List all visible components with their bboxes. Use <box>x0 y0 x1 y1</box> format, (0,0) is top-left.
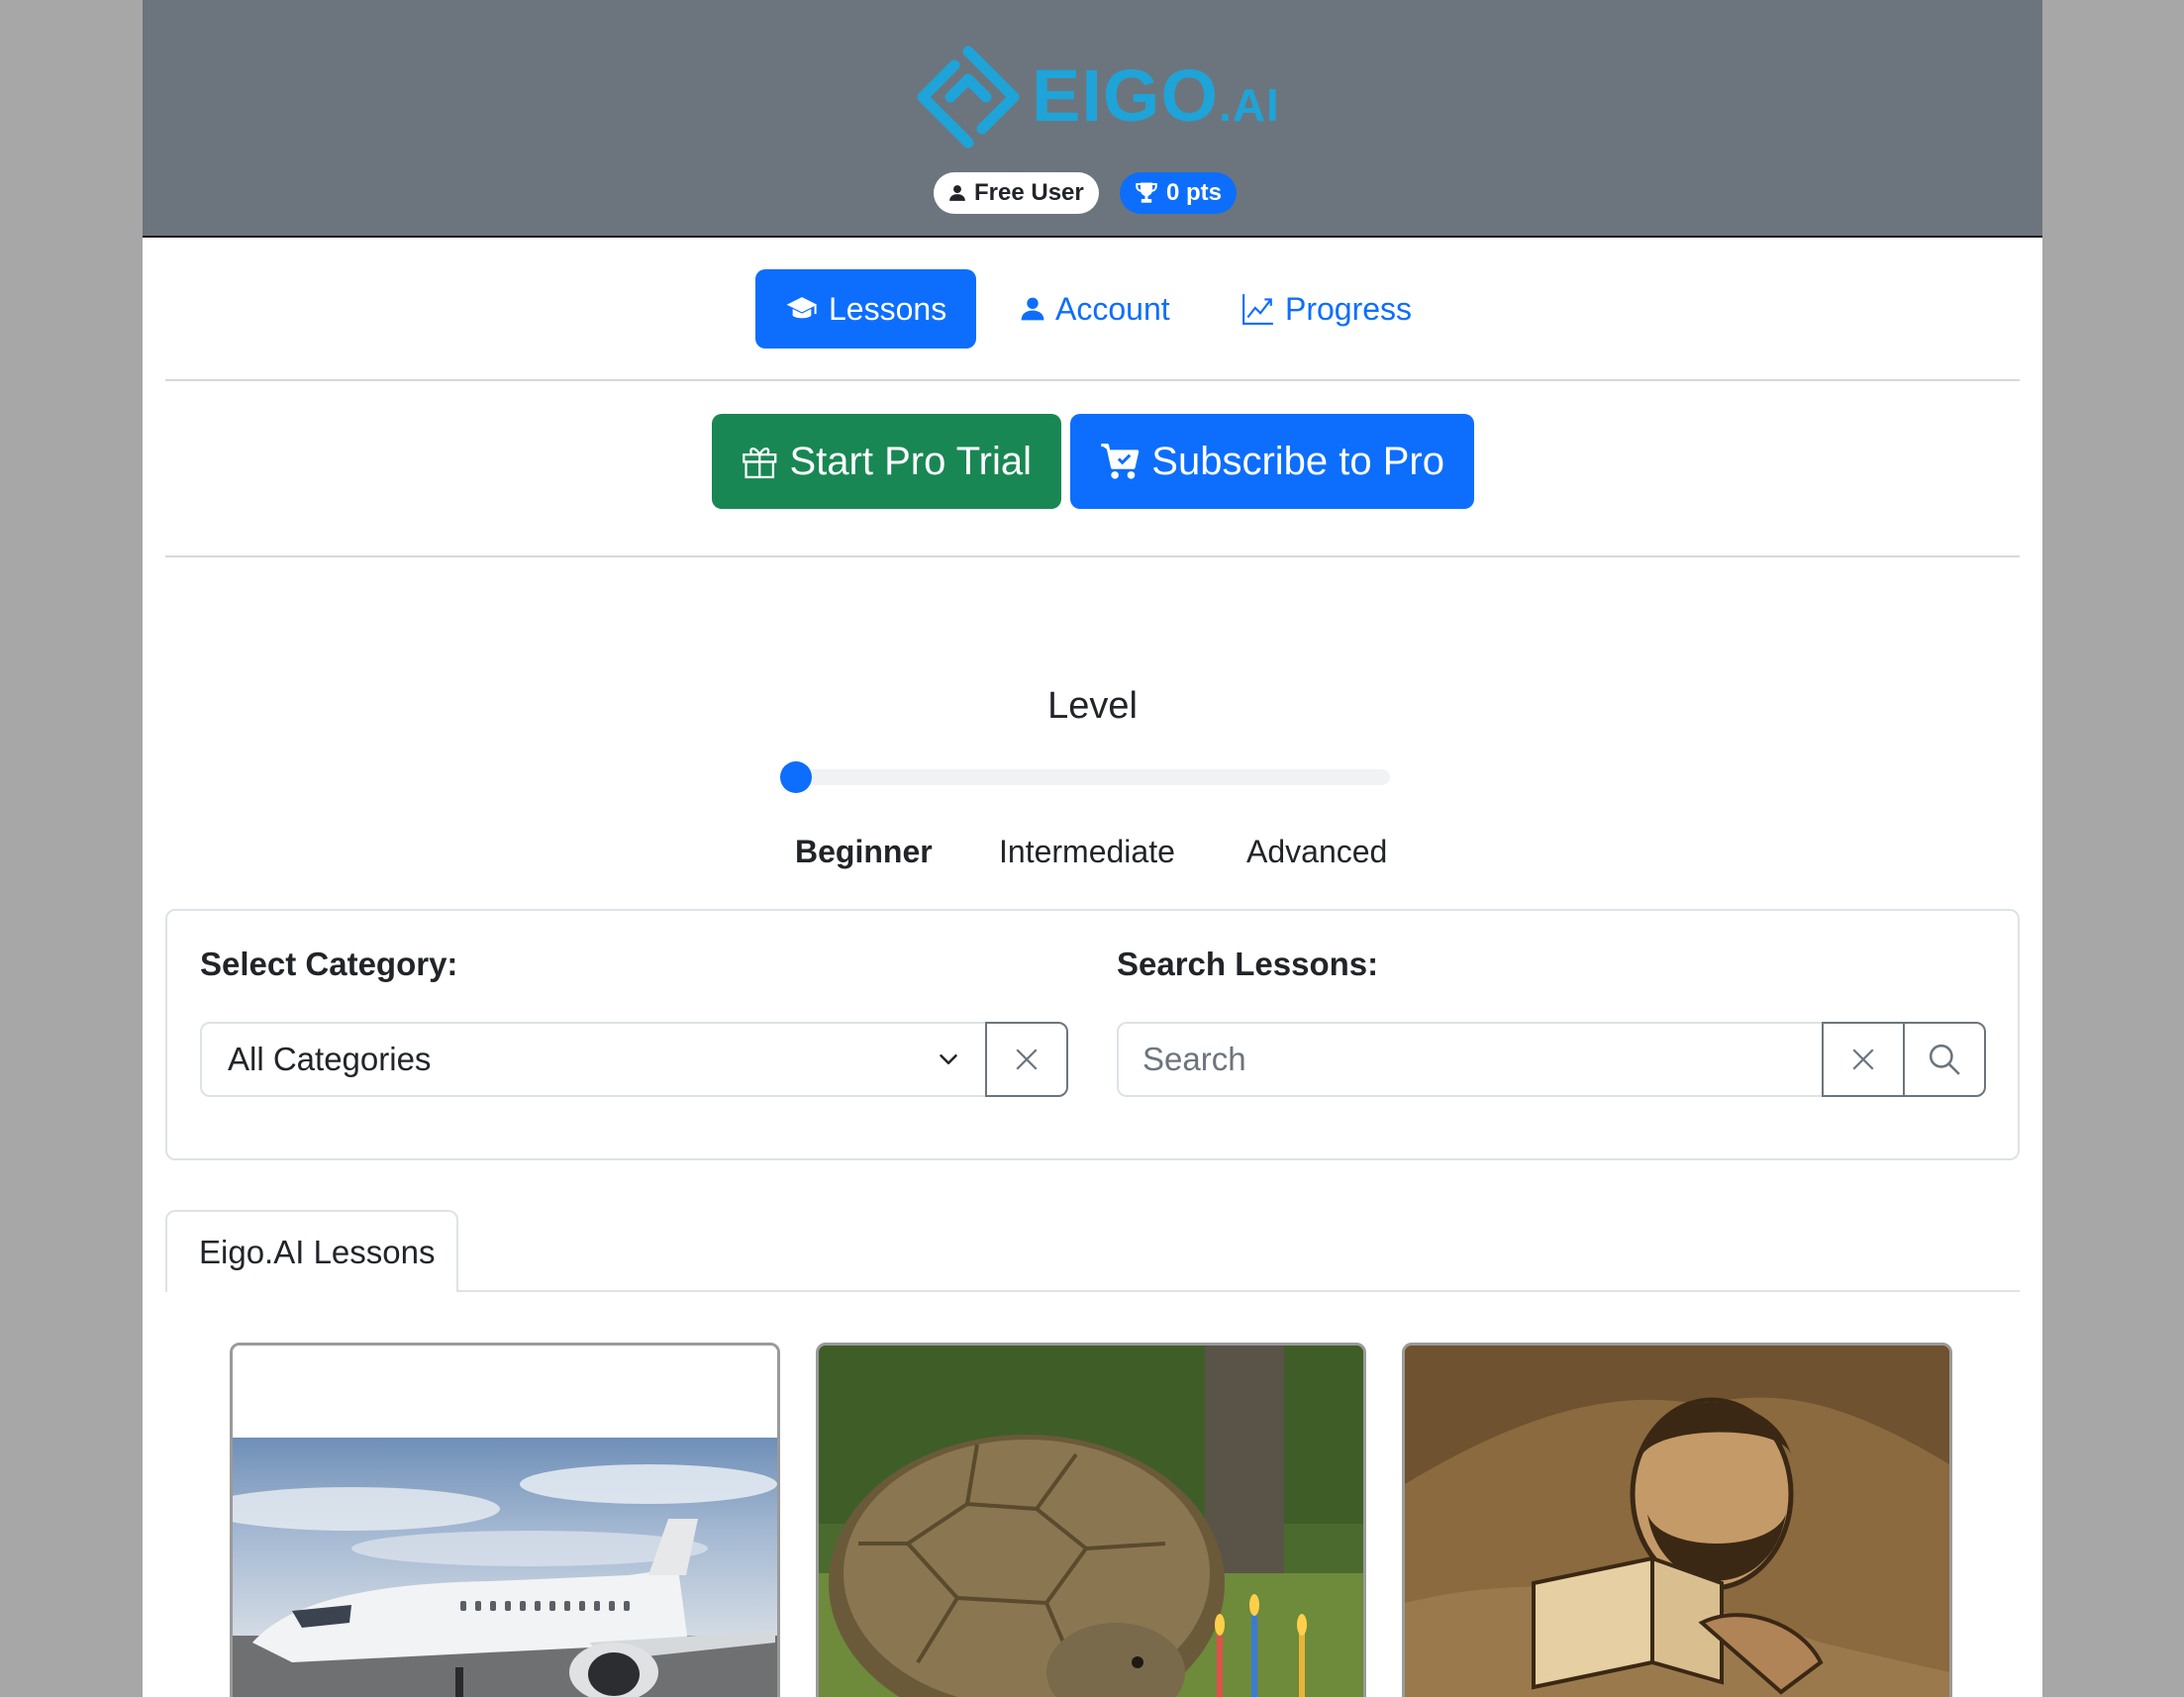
app-page: EIGO.AI Free User 0 pts Lessons Account … <box>143 0 2042 1697</box>
person-icon <box>949 185 965 201</box>
user-badge: Free User <box>934 172 1099 214</box>
divider <box>165 555 2020 557</box>
search-icon <box>1929 1044 1960 1075</box>
category-select-value: All Categories <box>228 1041 432 1077</box>
cart-icon <box>1101 444 1140 479</box>
clear-category-button[interactable] <box>985 1022 1068 1097</box>
nav-lessons[interactable]: Lessons <box>755 269 977 349</box>
person-icon <box>1021 297 1044 321</box>
subscribe-to-pro-label: Subscribe to Pro <box>1151 439 1444 483</box>
graph-up-icon <box>1242 294 1273 325</box>
clear-search-button[interactable] <box>1822 1022 1905 1097</box>
points-badge: 0 pts <box>1120 172 1238 214</box>
level-title: Level <box>1047 685 1138 727</box>
man-reading-image <box>1405 1346 1949 1697</box>
start-pro-trial-label: Start Pro Trial <box>789 439 1032 483</box>
start-pro-trial-button[interactable]: Start Pro Trial <box>712 414 1061 509</box>
level-option-intermediate[interactable]: Intermediate <box>999 834 1175 870</box>
level-option-beginner[interactable]: Beginner <box>795 834 933 870</box>
tab-eigo-ai-lessons[interactable]: Eigo.AI Lessons <box>165 1210 458 1292</box>
lesson-card[interactable] <box>1402 1343 1952 1697</box>
level-option-advanced[interactable]: Advanced <box>1246 834 1387 870</box>
close-icon <box>1852 1048 1874 1070</box>
gift-icon <box>743 448 777 479</box>
logo-text: EIGO.AI <box>1032 54 1280 137</box>
divider <box>165 379 2020 381</box>
search-input[interactable] <box>1142 1024 1796 1095</box>
site-header: EIGO.AI Free User 0 pts <box>143 0 2042 238</box>
search-field[interactable] <box>1117 1022 1822 1097</box>
logo-mark-icon <box>917 46 1020 149</box>
nav-progress-label: Progress <box>1285 290 1413 327</box>
mortarboard-icon <box>786 297 818 319</box>
trophy-icon <box>1136 182 1157 203</box>
search-label: Search Lessons: <box>1117 946 1379 982</box>
lesson-card[interactable] <box>816 1343 1366 1697</box>
category-label: Select Category: <box>200 946 458 982</box>
nav-lessons-label: Lessons <box>829 290 947 327</box>
close-icon <box>1016 1048 1038 1070</box>
points-badge-label: 0 pts <box>1166 179 1223 206</box>
nav-progress[interactable]: Progress <box>1212 269 1441 349</box>
nav-account[interactable]: Account <box>990 269 1200 349</box>
level-slider-thumb[interactable] <box>780 761 812 793</box>
tortoise-birthday-image <box>819 1346 1363 1697</box>
airplane-image <box>233 1346 777 1697</box>
chevron-down-icon <box>940 1054 957 1064</box>
lesson-card[interactable] <box>230 1343 780 1697</box>
level-slider[interactable] <box>780 761 1390 793</box>
user-badge-label: Free User <box>974 179 1084 206</box>
nav-account-label: Account <box>1055 290 1170 327</box>
search-button[interactable] <box>1903 1022 1986 1097</box>
subscribe-to-pro-button[interactable]: Subscribe to Pro <box>1070 414 1474 509</box>
category-select[interactable]: All Categories <box>200 1022 988 1097</box>
